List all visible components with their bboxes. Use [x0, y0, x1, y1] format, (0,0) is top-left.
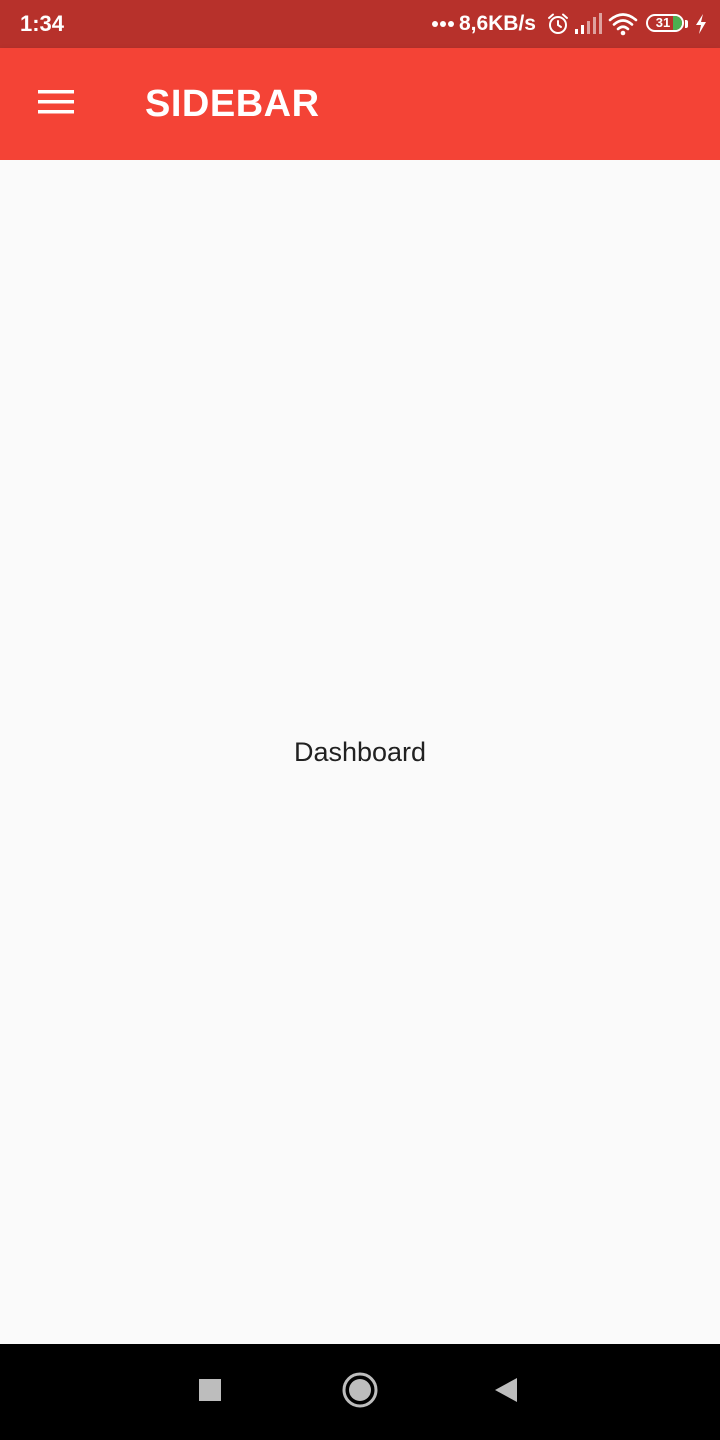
main-content: Dashboard: [0, 160, 720, 1344]
home-icon: [340, 1370, 380, 1415]
status-icons: 8,6KB/s 31: [431, 8, 708, 40]
battery-icon: 31: [646, 14, 690, 34]
dashboard-label: Dashboard: [293, 737, 427, 767]
menu-button[interactable]: [20, 68, 92, 140]
status-bar: 1:34 8,6KB/s 31: [0, 0, 720, 48]
home-button[interactable]: [336, 1368, 384, 1416]
navigation-bar: [0, 1344, 720, 1440]
recents-button[interactable]: [186, 1368, 234, 1416]
app-bar: SIDEBAR: [0, 48, 720, 160]
charging-icon: [694, 13, 708, 35]
wifi-icon: [608, 12, 638, 36]
recents-icon: [198, 1378, 222, 1407]
menu-icon: [38, 89, 74, 119]
more-dots-icon: [431, 21, 456, 27]
battery-level: 31: [655, 15, 671, 30]
alarm-icon: [546, 12, 570, 36]
status-time: 1:34: [20, 11, 65, 36]
back-icon: [493, 1376, 519, 1409]
page-title: SIDEBAR: [145, 83, 320, 125]
network-speed: 8,6KB/s: [458, 12, 536, 35]
back-button[interactable]: [482, 1368, 530, 1416]
signal-icon: [574, 13, 604, 35]
